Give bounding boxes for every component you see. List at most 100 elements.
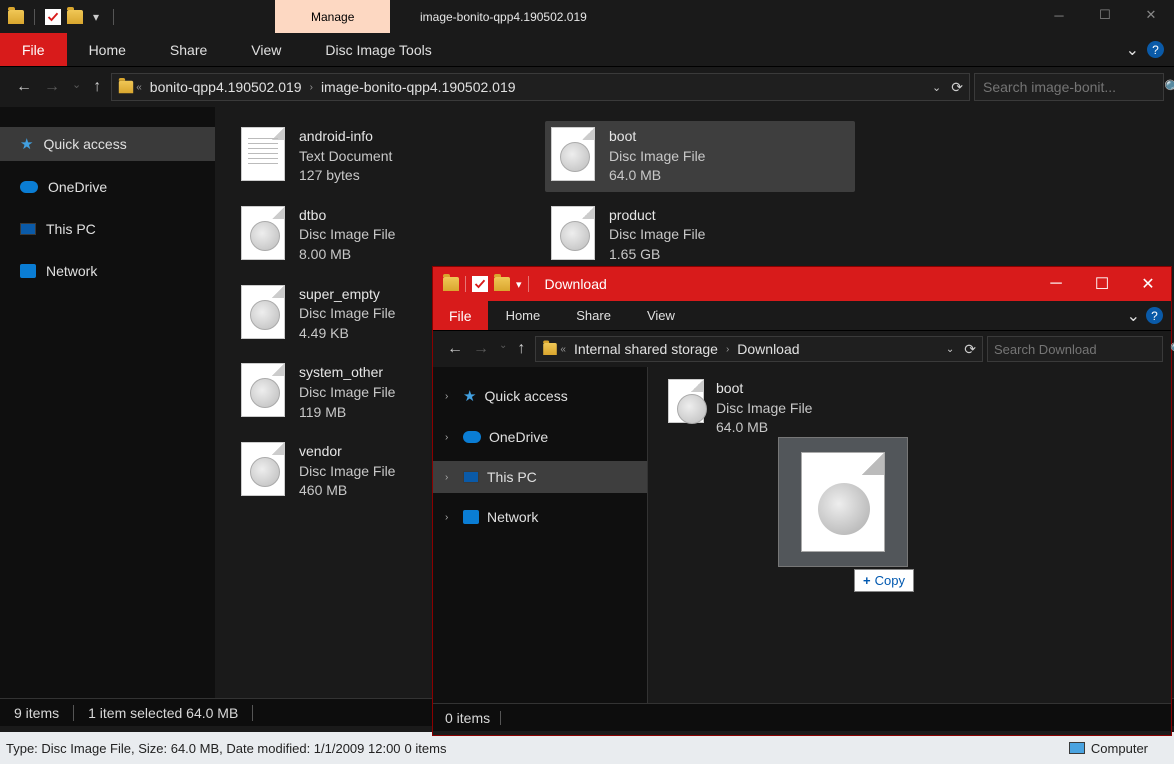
up-button[interactable]: ↑ [93, 78, 101, 96]
file-item[interactable]: boot Disc Image File 64.0 MB [668, 379, 1151, 438]
file-name: product [609, 206, 705, 226]
share-tab[interactable]: Share [558, 301, 629, 330]
address-bar[interactable]: « bonito-qpp4.190502.019 › image-bonito-… [111, 73, 970, 101]
qat-dropdown-icon[interactable]: ▾ [516, 278, 522, 291]
view-tab[interactable]: View [629, 301, 693, 330]
folder-icon[interactable] [67, 10, 83, 24]
file-type: Disc Image File [609, 225, 705, 245]
file-item[interactable]: dtboDisc Image File8.00 MB [235, 200, 545, 271]
home-tab[interactable]: Home [488, 301, 559, 330]
disc-image-icon [241, 442, 285, 496]
back-button[interactable]: ← [447, 340, 463, 358]
address-bar[interactable]: « Internal shared storage › Download ⌄ ⟳ [535, 336, 983, 362]
address-dropdown-icon[interactable]: ⌄ [946, 344, 954, 355]
plus-icon: + [863, 573, 871, 588]
ribbon-collapse-icon[interactable]: ⌄ [1127, 306, 1140, 326]
maximize-button[interactable]: ☐ [1079, 269, 1125, 299]
home-tab[interactable]: Home [67, 33, 148, 66]
breadcrumb-segment[interactable]: Download [731, 341, 805, 357]
search-input[interactable] [994, 342, 1170, 357]
share-tab[interactable]: Share [148, 33, 229, 66]
back-button[interactable]: ← [16, 78, 32, 96]
disc-image-icon [241, 363, 285, 417]
sidebar-item-onedrive[interactable]: › OneDrive [433, 421, 647, 453]
sidebar-item-label: Network [46, 263, 97, 279]
address-dropdown-icon[interactable]: ⌄ [932, 81, 941, 94]
chevron-right-icon[interactable]: › [724, 344, 731, 355]
search-box[interactable]: 🔍 [987, 336, 1163, 362]
sidebar-item-network[interactable]: Network [0, 255, 215, 287]
selection-status: 1 item selected 64.0 MB [88, 705, 238, 721]
expand-icon[interactable]: › [445, 472, 455, 483]
qat-dropdown-icon[interactable]: ▾ [89, 10, 103, 24]
window-title: image-bonito-qpp4.190502.019 [420, 10, 587, 24]
file-name: boot [716, 379, 812, 399]
sidebar-item-this-pc[interactable]: This PC [0, 213, 215, 245]
properties-icon[interactable] [45, 9, 61, 25]
file-type: Disc Image File [299, 462, 395, 482]
sidebar-item-label: OneDrive [489, 429, 548, 445]
file-size: 4.49 KB [299, 324, 395, 344]
expand-icon[interactable]: › [445, 432, 455, 443]
close-button[interactable]: ✕ [1128, 0, 1174, 30]
recent-dropdown-icon[interactable]: ⌄ [499, 340, 507, 358]
file-type: Disc Image File [716, 399, 812, 419]
forward-button[interactable]: → [44, 78, 60, 96]
view-tab[interactable]: View [229, 33, 303, 66]
help-icon[interactable]: ? [1147, 41, 1164, 58]
sidebar: › ★ Quick access › OneDrive › This PC › … [433, 367, 648, 703]
search-icon[interactable]: 🔍 [1170, 342, 1174, 356]
sidebar-item-this-pc[interactable]: › This PC [433, 461, 647, 493]
search-icon[interactable]: 🔍 [1164, 79, 1174, 96]
minimize-button[interactable]: ─ [1033, 269, 1079, 299]
separator [465, 276, 466, 292]
chevron-right-icon[interactable]: › [308, 82, 315, 93]
file-view[interactable]: boot Disc Image File 64.0 MB + Copy [648, 367, 1171, 703]
disc-image-icon [241, 285, 285, 339]
breadcrumb-segment[interactable]: bonito-qpp4.190502.019 [144, 79, 308, 95]
properties-icon[interactable] [472, 276, 488, 292]
disc-image-tools-tab[interactable]: Disc Image Tools [303, 33, 453, 66]
recent-dropdown-icon[interactable]: ⌄ [72, 78, 81, 96]
help-icon[interactable]: ? [1146, 307, 1163, 324]
forward-button[interactable]: → [473, 340, 489, 358]
file-tab[interactable]: File [433, 301, 488, 330]
maximize-button[interactable]: ☐ [1082, 0, 1128, 30]
titlebar: ▾ Download ─ ☐ ✕ [433, 267, 1171, 301]
file-item[interactable]: bootDisc Image File64.0 MB [545, 121, 855, 192]
file-size: 460 MB [299, 481, 395, 501]
folder-icon[interactable] [494, 277, 510, 291]
folder-icon [8, 10, 24, 24]
minimize-button[interactable]: ─ [1036, 0, 1082, 30]
file-size: 1.65 GB [609, 245, 705, 265]
status-bar: 0 items [433, 703, 1171, 731]
drag-preview [778, 437, 908, 567]
file-type: Disc Image File [299, 304, 395, 324]
manage-tab[interactable]: Manage [275, 0, 390, 33]
expand-icon[interactable]: › [445, 391, 455, 402]
expand-icon[interactable]: › [445, 512, 455, 523]
star-icon: ★ [20, 135, 33, 153]
search-input[interactable] [983, 79, 1164, 95]
chevron-left-icon[interactable]: « [558, 344, 568, 355]
sidebar-item-network[interactable]: › Network [433, 501, 647, 533]
ribbon-collapse-icon[interactable]: ⌄ [1126, 40, 1139, 60]
sidebar-item-quick-access[interactable]: ★ Quick access [0, 127, 215, 161]
search-box[interactable]: 🔍 [974, 73, 1164, 101]
disc-image-icon [551, 127, 595, 181]
pc-icon [463, 471, 479, 483]
file-tab[interactable]: File [0, 33, 67, 66]
refresh-icon[interactable]: ⟳ [964, 341, 976, 358]
chevron-left-icon[interactable]: « [134, 82, 144, 93]
sidebar-item-onedrive[interactable]: OneDrive [0, 171, 215, 203]
breadcrumb-segment[interactable]: Internal shared storage [568, 341, 724, 357]
file-item[interactable]: android-infoText Document127 bytes [235, 121, 545, 192]
close-button[interactable]: ✕ [1125, 269, 1171, 299]
pc-icon [20, 223, 36, 235]
breadcrumb-segment[interactable]: image-bonito-qpp4.190502.019 [315, 79, 522, 95]
copy-badge: + Copy [854, 569, 914, 592]
sidebar-item-quick-access[interactable]: › ★ Quick access [433, 379, 647, 413]
up-button[interactable]: ↑ [517, 340, 525, 358]
refresh-icon[interactable]: ⟳ [951, 79, 963, 96]
file-item[interactable]: productDisc Image File1.65 GB [545, 200, 855, 271]
